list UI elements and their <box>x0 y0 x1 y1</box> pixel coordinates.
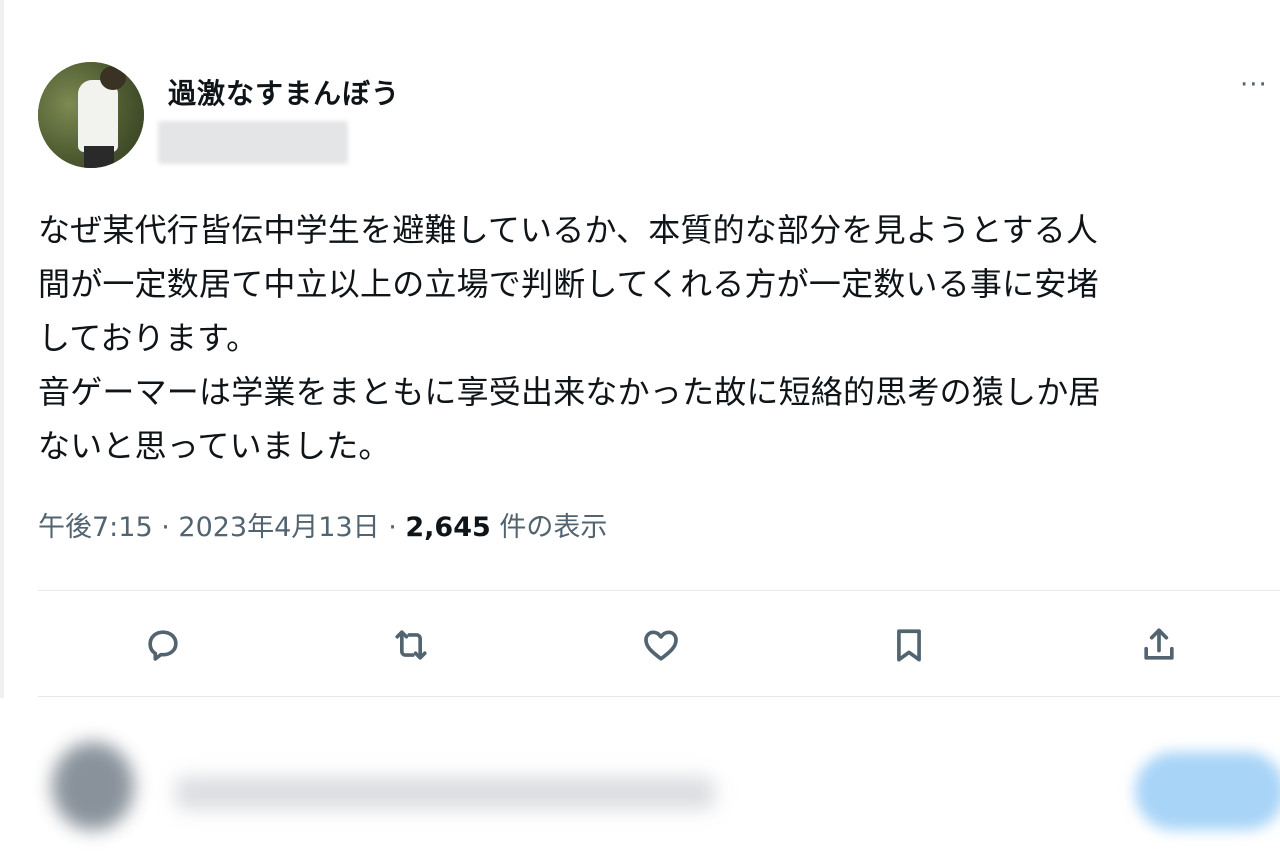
meta-separator: · <box>152 512 179 543</box>
blurred-handle <box>158 121 348 164</box>
bookmark-button[interactable] <box>884 618 934 672</box>
share-icon <box>1144 628 1174 660</box>
tweet-text-line: 音ゲーマーは学業をまともに享受出来なかった故に短絡的思考の猿しか居 <box>38 373 1101 411</box>
left-border <box>0 0 4 700</box>
avatar-figure <box>78 80 118 152</box>
tweet-text-line: なぜ某代行皆伝中学生を避難しているか、本質的な部分を見ようとする人 <box>38 211 1099 249</box>
display-name[interactable]: 過激なすまんぼう <box>168 72 400 112</box>
retweet-icon <box>395 630 427 660</box>
tweet-text: なぜ某代行皆伝中学生を避難しているか、本質的な部分を見ようとする人 間が一定数居… <box>38 203 1274 473</box>
tweet-text-line: ないと思っていました。 <box>38 427 391 465</box>
like-button[interactable] <box>636 618 686 672</box>
reply-submit-button[interactable] <box>1135 752 1280 830</box>
views-label: 件の表示 <box>490 512 608 543</box>
tweet-time[interactable]: 午後7:15 <box>38 512 153 543</box>
tweet-text-line: しております。 <box>38 319 259 357</box>
divider-top <box>38 590 1280 591</box>
tweet-date[interactable]: 2023年4月13日 <box>178 512 379 543</box>
tweet-metadata: 午後7:15 · 2023年4月13日 · 2,645 件の表示 <box>38 505 607 544</box>
divider-bottom <box>38 696 1280 697</box>
avatar-head <box>100 66 126 90</box>
avatar-legs <box>84 146 114 168</box>
avatar[interactable] <box>38 62 144 168</box>
tweet-text-line: 間が一定数居て中立以上の立場で判断してくれる方が一定数いる事に安堵 <box>38 265 1099 303</box>
bookmark-icon <box>897 629 921 662</box>
share-button[interactable] <box>1134 618 1184 672</box>
reply-avatar <box>52 742 134 830</box>
reply-input[interactable] <box>175 776 715 810</box>
meta-separator: · <box>379 512 406 543</box>
more-options-icon[interactable]: ··· <box>1240 70 1268 100</box>
retweet-button[interactable] <box>386 618 436 672</box>
reply-icon <box>148 630 178 661</box>
views-count[interactable]: 2,645 <box>405 512 490 543</box>
heart-icon <box>644 630 678 661</box>
reply-button[interactable] <box>138 618 188 672</box>
